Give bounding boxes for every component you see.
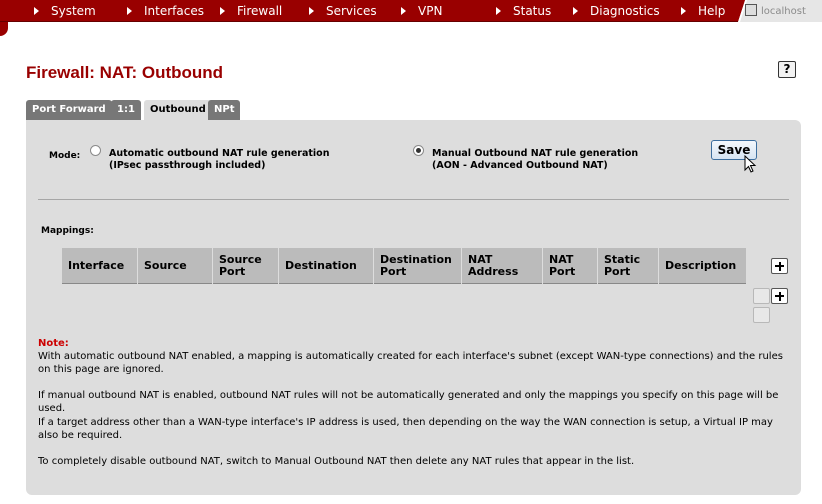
column-header: Description [665,259,737,272]
note-paragraph: To completely disable outbound NAT, swit… [38,456,635,467]
column-header: Destination [279,248,374,284]
note-paragraph: With automatic outbound NAT enabled, a m… [38,351,783,375]
nav-help[interactable]: Help [681,0,725,22]
column-header: Source [138,248,213,284]
section-divider [38,199,789,200]
delete-selected-icon[interactable] [753,288,770,304]
nav-interfaces[interactable]: Interfaces [127,0,204,22]
chevron-right-icon [220,7,225,15]
note-title: Note: [38,338,69,349]
nav-label: Help [698,4,726,18]
radio-manual-nat[interactable] [413,145,424,156]
option-line1: Automatic outbound NAT rule generation [109,148,330,159]
add-rule-bottom-icon[interactable] [771,288,788,304]
page-title: Firewall: NAT: Outbound [26,63,224,82]
column-header: Source Port [213,248,279,284]
mouse-cursor-icon [744,155,757,173]
nav-services[interactable]: Services [309,0,377,22]
note-paragraph: If manual outbound NAT is enabled, outbo… [38,390,779,414]
column-header: Destination Port [374,248,462,284]
chevron-right-icon [34,7,39,15]
chevron-right-icon [401,7,406,15]
add-rule-icon[interactable] [771,258,788,274]
chevron-right-icon [573,7,578,15]
nav-label: Services [326,4,377,18]
toggle-selected-icon[interactable] [753,307,770,323]
column-header: Static Port [598,248,659,284]
nav-label: Status [513,4,552,18]
nav-label: Interfaces [144,4,204,18]
nav-status[interactable]: Status [496,0,551,22]
radio-manual-nat-label: Manual Outbound NAT rule generation (AON… [432,148,638,172]
nav-corner-decoration [0,22,8,36]
column-header: Interface [62,248,138,284]
nav-diagnostics[interactable]: Diagnostics [573,0,660,22]
chevron-right-icon [127,7,132,15]
tab-one-to-one[interactable]: 1:1 [111,100,141,120]
host-tab-content: localhost [745,4,806,18]
nav-system[interactable]: System [34,0,96,22]
plus-icon [778,291,781,301]
mode-label: Mode: [49,151,81,161]
nav-label: Diagnostics [590,4,660,18]
tab-outbound[interactable]: Outbound [144,100,212,120]
plus-icon [778,261,781,271]
option-line1: Manual Outbound NAT rule generation [432,148,639,159]
nav-vpn[interactable]: VPN [401,0,442,22]
chevron-right-icon [681,7,686,15]
option-line2: (AON - Advanced Outbound NAT) [432,160,608,171]
nav-label: VPN [418,4,443,18]
column-header: NAT Address [462,248,543,284]
help-button[interactable]: ? [778,61,796,78]
tab-npt[interactable]: NPt [208,100,241,120]
network-icon [745,4,757,16]
nav-label: System [51,4,96,18]
chevron-right-icon [496,7,501,15]
column-header: NAT Port [543,248,598,284]
mappings-table-header: Interface Source Source Port Destination… [62,248,746,284]
chevron-right-icon [309,7,314,15]
tab-port-forward[interactable]: Port Forward [26,100,112,120]
top-nav-bar: System Interfaces Firewall Services VPN … [0,0,822,22]
radio-automatic-nat-label: Automatic outbound NAT rule generation (… [109,148,329,172]
mappings-label: Mappings: [41,226,94,236]
option-line2: (IPsec passthrough included) [109,160,266,171]
nav-label: Firewall [237,4,283,18]
note-paragraph: If a target address other than a WAN-typ… [38,417,773,441]
host-label: localhost [761,6,806,17]
nav-firewall[interactable]: Firewall [220,0,282,22]
radio-automatic-nat[interactable] [90,145,101,156]
